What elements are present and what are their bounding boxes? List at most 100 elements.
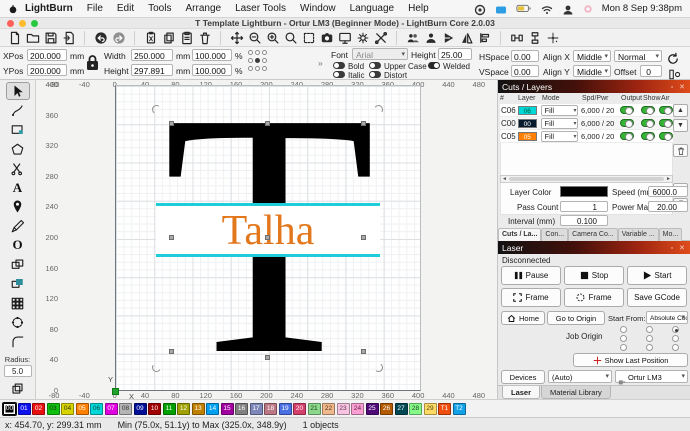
position-laser-tool[interactable]: [6, 198, 30, 216]
show-toggle-cell[interactable]: [641, 132, 659, 140]
height-percent-input[interactable]: 100.000: [192, 64, 232, 76]
palette-swatch[interactable]: 16: [235, 403, 248, 415]
display-icon[interactable]: [495, 4, 507, 14]
job-origin-radio[interactable]: [646, 335, 653, 342]
show-toggle-cell[interactable]: [641, 106, 659, 114]
start-from-select[interactable]: Absolute Coords: [646, 311, 688, 324]
menu-item[interactable]: Laser Tools: [228, 3, 293, 14]
cuts-layers-header[interactable]: Cuts / Layers ▫ ✕: [498, 80, 690, 93]
palette-swatch[interactable]: 06: [90, 403, 103, 415]
weld-tool[interactable]: [6, 255, 30, 273]
palette-swatch[interactable]: 09: [134, 403, 147, 415]
layer-color-swatch[interactable]: 06: [518, 106, 537, 115]
align-icon[interactable]: [476, 30, 493, 46]
air-toggle[interactable]: [659, 106, 673, 114]
offset-input[interactable]: 0: [640, 65, 662, 77]
pan-icon[interactable]: [228, 30, 245, 46]
frame-circle-button[interactable]: Frame: [564, 288, 624, 307]
cut-icon[interactable]: [142, 30, 159, 46]
undo-icon[interactable]: [92, 30, 109, 46]
panel-tab[interactable]: Mo...: [659, 228, 683, 241]
italic-toggle[interactable]: [333, 71, 345, 78]
input-source-icon[interactable]: [562, 4, 574, 14]
group-icon[interactable]: [404, 30, 421, 46]
menu-item[interactable]: Help: [401, 3, 436, 14]
palette-swatch[interactable]: 00: [3, 403, 16, 415]
toolbar-overflow-chevron[interactable]: »: [318, 58, 323, 68]
go-to-origin-button[interactable]: Go to Origin: [547, 311, 605, 325]
layer-color-cell[interactable]: 06: [518, 106, 542, 115]
palette-swatch[interactable]: 26: [380, 403, 393, 415]
uppercase-toggle[interactable]: [369, 62, 381, 69]
show-toggle[interactable]: [641, 106, 655, 114]
panel-tab[interactable]: Con...: [541, 228, 568, 241]
output-toggle-cell[interactable]: [620, 119, 642, 127]
design-canvas[interactable]: -80-400408012016020024028032036040044048…: [36, 80, 497, 399]
layer-color-cell[interactable]: 05: [518, 132, 542, 141]
port-select[interactable]: (Auto): [548, 370, 612, 383]
selection-handle[interactable]: [361, 349, 366, 354]
start-button[interactable]: Start: [627, 266, 687, 285]
air-toggle-cell[interactable]: [659, 119, 673, 127]
show-toggle[interactable]: [641, 132, 655, 140]
text-style-select[interactable]: Normal: [614, 50, 662, 62]
palette-swatch[interactable]: 05: [76, 403, 89, 415]
distribute-v-icon[interactable]: [526, 30, 543, 46]
output-toggle-cell[interactable]: [620, 132, 642, 140]
selection-handle[interactable]: [169, 235, 174, 240]
output-toggle[interactable]: [620, 119, 634, 127]
stop-button[interactable]: Stop: [564, 266, 624, 285]
height-input[interactable]: 297.891: [131, 64, 173, 76]
show-toggle-cell[interactable]: [641, 119, 659, 127]
select-tool[interactable]: [6, 82, 30, 100]
node-edit-tool[interactable]: [6, 159, 30, 177]
palette-swatch[interactable]: T1: [438, 403, 451, 415]
palette-swatch[interactable]: 29: [424, 403, 437, 415]
palette-swatch[interactable]: 08: [119, 403, 132, 415]
output-toggle-cell[interactable]: [620, 106, 642, 114]
layer-row[interactable]: C05 05 Fill 6,000 / 20: [500, 130, 673, 143]
palette-swatch[interactable]: 15: [221, 403, 234, 415]
palette-swatch[interactable]: 10: [148, 403, 161, 415]
width-percent-input[interactable]: 100.000: [192, 49, 232, 61]
menu-item[interactable]: Arrange: [178, 3, 228, 14]
mirror-icon[interactable]: [458, 30, 475, 46]
palette-swatch[interactable]: 14: [206, 403, 219, 415]
job-origin-radio[interactable]: [620, 326, 627, 333]
layer-color-swatch[interactable]: 05: [518, 132, 537, 141]
anchor-point-selector[interactable]: [248, 50, 269, 74]
save-gcode-button[interactable]: Save GCode: [627, 288, 687, 307]
palette-swatch[interactable]: 02: [32, 403, 45, 415]
new-file-icon[interactable]: [6, 30, 23, 46]
palette-swatch[interactable]: 25: [366, 403, 379, 415]
palette-swatch[interactable]: 28: [409, 403, 422, 415]
pass-count-input[interactable]: 1: [560, 201, 608, 212]
selection-handle[interactable]: [265, 121, 270, 126]
panel-dock-close-icons[interactable]: ▫ ✕: [671, 244, 687, 252]
window-titlebar[interactable]: T Template Lightburn - Ortur LM3 (Beginn…: [0, 18, 690, 29]
boolean-tool[interactable]: [6, 275, 30, 293]
draw-lines-tool[interactable]: [6, 101, 30, 119]
job-origin-radio[interactable]: [672, 335, 679, 342]
bottom-tab[interactable]: Material Library: [541, 386, 611, 399]
pause-button[interactable]: Pause: [501, 266, 561, 285]
save-file-icon[interactable]: [42, 30, 59, 46]
text-tool[interactable]: A: [6, 178, 30, 196]
rectangle-tool[interactable]: [6, 121, 30, 139]
layer-table-hscrollbar[interactable]: ◄►: [500, 175, 673, 183]
air-toggle[interactable]: [659, 119, 673, 127]
show-last-position-button[interactable]: Show Last Position: [573, 353, 688, 367]
air-toggle-cell[interactable]: [659, 106, 673, 114]
layer-move-down-button[interactable]: ▼: [673, 119, 688, 132]
palette-swatch[interactable]: 18: [264, 403, 277, 415]
interval-input[interactable]: 0.100: [560, 215, 608, 226]
device-settings-icon[interactable]: [372, 30, 389, 46]
distribute-h-icon[interactable]: [508, 30, 525, 46]
grid-array-tool[interactable]: [6, 294, 30, 312]
power-max-input[interactable]: 20.00: [648, 201, 688, 212]
output-toggle[interactable]: [620, 106, 634, 114]
selection-handle[interactable]: [169, 121, 174, 126]
panel-tab[interactable]: Variable ...: [618, 228, 659, 241]
menu-item[interactable]: Tools: [141, 3, 178, 14]
palette-swatch[interactable]: 24: [351, 403, 364, 415]
